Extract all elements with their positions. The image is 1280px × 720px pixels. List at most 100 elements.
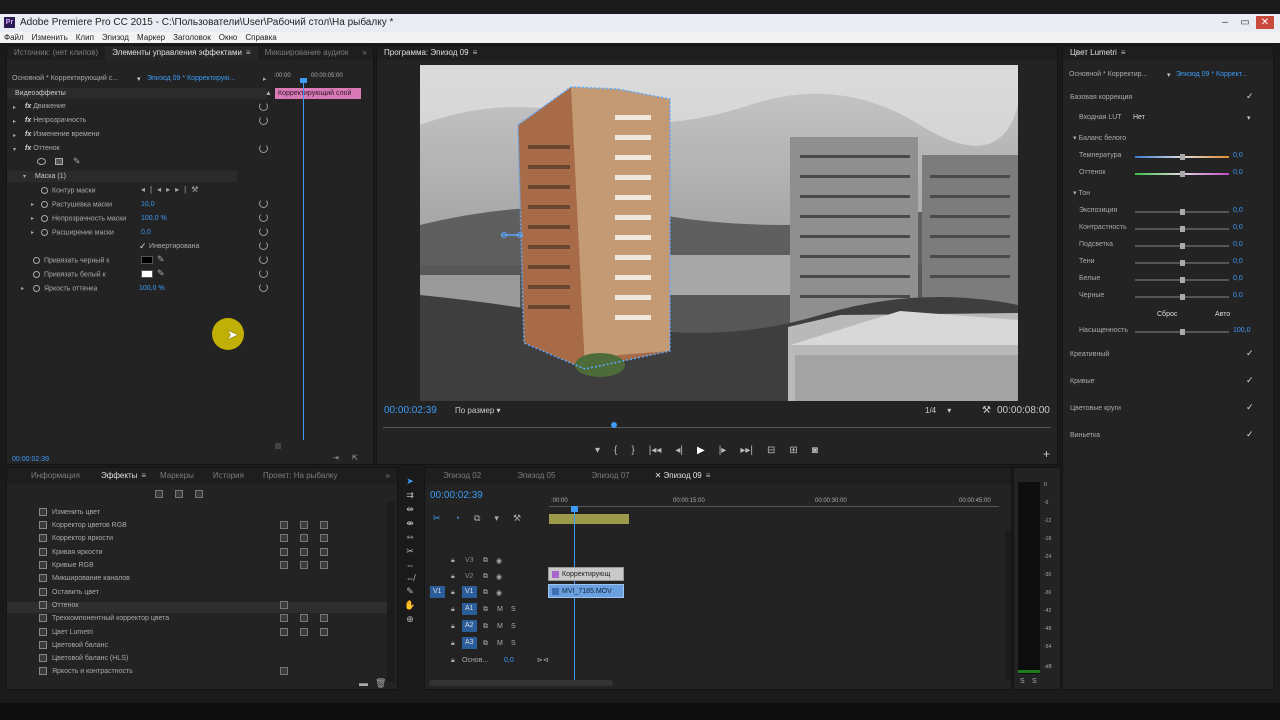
sync-lock-icon[interactable]: ⧉ bbox=[483, 557, 488, 565]
lumetri-source[interactable]: Основной * Корректир... bbox=[1069, 71, 1147, 78]
menu-clip[interactable]: Клип bbox=[72, 32, 98, 43]
pen-tool-icon[interactable]: ✎ bbox=[406, 586, 414, 597]
color-wheels-checkbox[interactable]: ✓ bbox=[1246, 403, 1254, 412]
reset-button[interactable]: Сброс bbox=[1157, 311, 1177, 318]
delete-icon[interactable]: 🗑 bbox=[375, 678, 386, 689]
mark-out-icon[interactable]: } bbox=[631, 445, 634, 456]
eye-icon[interactable]: ◉ bbox=[496, 557, 502, 565]
saturation-knob[interactable] bbox=[1180, 329, 1185, 335]
maximize-icon[interactable]: ▭ bbox=[1236, 16, 1254, 29]
mark-in-icon[interactable]: { bbox=[614, 445, 617, 456]
linked-selection-icon[interactable]: ⧉ bbox=[474, 513, 480, 524]
tab-markers[interactable]: Маркеры bbox=[153, 469, 201, 483]
lock-icon[interactable]: 🔒︎ bbox=[451, 623, 455, 631]
effect-item[interactable]: Цветовой баланс bbox=[39, 641, 108, 649]
white-balance-heading[interactable]: ▾ Баланс белого bbox=[1073, 134, 1126, 142]
reset-tint-icon[interactable] bbox=[259, 144, 268, 153]
effect-item[interactable]: Цветовой баланс (HLS) bbox=[39, 654, 128, 662]
accelerated-filter-icon[interactable] bbox=[155, 490, 163, 498]
expand-time-remap-icon[interactable]: ▸ bbox=[13, 132, 16, 139]
timeline-v-scrollbar[interactable] bbox=[1005, 530, 1011, 680]
basic-correction-heading[interactable]: Базовая коррекция bbox=[1070, 94, 1132, 101]
menu-edit[interactable]: Изменить bbox=[28, 32, 72, 43]
pen-mask-icon[interactable]: ✎ bbox=[73, 156, 81, 167]
tab-sequence-05[interactable]: Эпизод 05 bbox=[499, 469, 573, 483]
master-track-value[interactable]: 0,0 bbox=[504, 657, 514, 664]
slide-tool-icon[interactable]: ⇎ bbox=[406, 573, 415, 583]
more-tabs-icon[interactable]: » bbox=[379, 469, 397, 483]
effect-item[interactable]: Кривая яркости bbox=[39, 548, 102, 556]
program-scrub-bar[interactable] bbox=[383, 427, 1051, 428]
program-video-frame[interactable] bbox=[420, 65, 1018, 401]
track-v3-label[interactable]: V3 bbox=[465, 557, 474, 564]
reset-feather-icon[interactable] bbox=[259, 199, 268, 208]
sync-lock-icon[interactable]: ⧉ bbox=[483, 573, 488, 581]
track-select-tool-icon[interactable]: ⇉ bbox=[406, 490, 414, 501]
solo-icon[interactable]: S bbox=[511, 606, 516, 613]
solo-right-button[interactable]: S bbox=[1032, 678, 1037, 685]
ec-playhead[interactable] bbox=[303, 80, 304, 440]
solo-left-button[interactable]: S bbox=[1020, 678, 1025, 685]
fit-dropdown[interactable]: По размер ▾ bbox=[455, 406, 501, 415]
exposure-slider[interactable] bbox=[1135, 209, 1229, 215]
collapse-mask-icon[interactable]: ▾ bbox=[23, 173, 26, 180]
ec-dropdown-icon[interactable]: ▾ bbox=[137, 75, 141, 83]
effect-item[interactable]: Изменить цвет bbox=[39, 508, 100, 516]
solo-icon[interactable]: S bbox=[511, 623, 516, 630]
stopwatch-icon[interactable] bbox=[41, 215, 48, 222]
snap-icon[interactable]: ◔ bbox=[455, 513, 460, 524]
tint-slider[interactable] bbox=[1135, 171, 1229, 177]
blacks-slider[interactable] bbox=[1135, 294, 1229, 300]
saturation-slider[interactable] bbox=[1135, 329, 1229, 335]
color-wheels-heading[interactable]: Цветовые круги bbox=[1070, 405, 1121, 412]
inverted-checkbox[interactable]: ✓ bbox=[139, 242, 147, 251]
effect-item[interactable]: Микширование каналов bbox=[39, 574, 130, 582]
input-lut-value[interactable]: Нет bbox=[1133, 114, 1145, 121]
track-v2-label[interactable]: V2 bbox=[465, 573, 474, 580]
highlights-knob[interactable] bbox=[1180, 243, 1185, 249]
expand-opacity-icon[interactable]: ▸ bbox=[13, 118, 16, 125]
blacks-knob[interactable] bbox=[1180, 294, 1185, 300]
contrast-knob[interactable] bbox=[1180, 226, 1185, 232]
contrast-value[interactable]: 0,0 bbox=[1233, 224, 1243, 231]
eye-icon[interactable]: ◉ bbox=[496, 589, 502, 597]
go-to-in-icon[interactable]: |◂◂ bbox=[649, 445, 662, 456]
tab-sequence-07[interactable]: Эпизод 07 bbox=[573, 469, 647, 483]
ec-collapse-icon[interactable]: ▲ bbox=[265, 90, 272, 97]
mute-icon[interactable]: M bbox=[497, 606, 503, 613]
tab-source[interactable]: Источник: (нет клипов) bbox=[7, 46, 105, 60]
export-frame-icon[interactable]: ◙ bbox=[812, 445, 818, 456]
quality-dropdown[interactable]: 1/4 ▾ bbox=[925, 406, 951, 415]
reset-motion-icon[interactable] bbox=[259, 102, 268, 111]
rate-stretch-tool-icon[interactable]: ⇿ bbox=[406, 532, 414, 543]
effect-item[interactable]: Кривые RGB bbox=[39, 561, 94, 569]
mask-opacity-value[interactable]: 100,0 % bbox=[141, 215, 167, 222]
vignette-heading[interactable]: Виньетка bbox=[1070, 432, 1100, 439]
go-to-out-icon[interactable]: ▸▸| bbox=[740, 445, 753, 456]
menu-window[interactable]: Окно bbox=[215, 32, 242, 43]
timeline-h-scrollbar[interactable] bbox=[429, 680, 613, 686]
tab-effects[interactable]: Эффекты ≡ bbox=[94, 469, 153, 483]
temperature-slider[interactable] bbox=[1135, 154, 1229, 160]
panel-menu-icon[interactable]: ≡ bbox=[1121, 48, 1126, 57]
white-swatch[interactable] bbox=[141, 270, 153, 278]
mask-feather-value[interactable]: 10,0 bbox=[141, 201, 155, 208]
effect-opacity[interactable]: fx Непрозрачность bbox=[25, 117, 86, 124]
tone-heading[interactable]: ▾ Тон bbox=[1073, 189, 1090, 197]
ec-playhead-handle[interactable] bbox=[300, 78, 307, 83]
expand-mask-opacity-icon[interactable]: ▸ bbox=[31, 215, 34, 222]
reset-opacity-icon[interactable] bbox=[259, 116, 268, 125]
ellipse-mask-icon[interactable] bbox=[37, 158, 46, 165]
solo-icon[interactable]: S bbox=[511, 640, 516, 647]
contrast-slider[interactable] bbox=[1135, 226, 1229, 232]
highlights-slider[interactable] bbox=[1135, 243, 1229, 249]
stopwatch-icon[interactable] bbox=[41, 229, 48, 236]
menu-title[interactable]: Заголовок bbox=[169, 32, 215, 43]
rolling-edit-tool-icon[interactable]: ⇼ bbox=[406, 518, 414, 529]
menu-sequence[interactable]: Эпизод bbox=[98, 32, 133, 43]
effect-time-remap[interactable]: fx Изменение времени bbox=[25, 131, 100, 138]
tab-lumetri[interactable]: Цвет Lumetri ≡ bbox=[1063, 46, 1133, 60]
stopwatch-icon[interactable] bbox=[33, 257, 40, 264]
settings-wrench-icon[interactable]: ⚒ bbox=[513, 513, 521, 524]
tab-program[interactable]: Программа: Эпизод 09 ≡ bbox=[377, 46, 484, 60]
